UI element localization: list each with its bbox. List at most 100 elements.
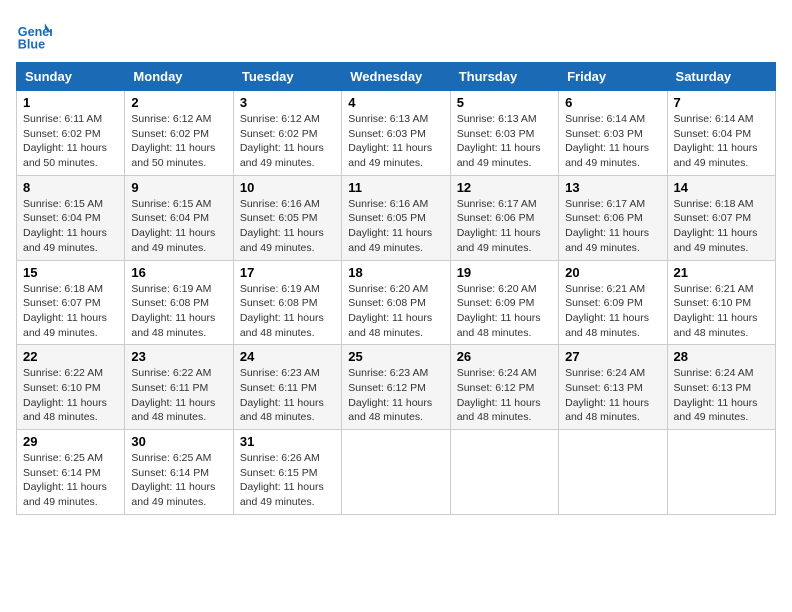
calendar-cell: 3 Sunrise: 6:12 AM Sunset: 6:02 PM Daylig… [233, 91, 341, 176]
day-info: Sunrise: 6:25 AM Sunset: 6:14 PM Dayligh… [131, 451, 226, 510]
calendar-header-sunday: Sunday [17, 63, 125, 91]
day-number: 6 [565, 95, 660, 110]
calendar-cell: 29 Sunrise: 6:25 AM Sunset: 6:14 PM Dayli… [17, 430, 125, 515]
day-info: Sunrise: 6:14 AM Sunset: 6:03 PM Dayligh… [565, 112, 660, 171]
calendar-cell: 13 Sunrise: 6:17 AM Sunset: 6:06 PM Dayli… [559, 175, 667, 260]
day-number: 3 [240, 95, 335, 110]
calendar-cell: 26 Sunrise: 6:24 AM Sunset: 6:12 PM Dayli… [450, 345, 558, 430]
day-info: Sunrise: 6:22 AM Sunset: 6:10 PM Dayligh… [23, 366, 118, 425]
calendar-cell: 9 Sunrise: 6:15 AM Sunset: 6:04 PM Daylig… [125, 175, 233, 260]
day-number: 18 [348, 265, 443, 280]
calendar-week-row: 29 Sunrise: 6:25 AM Sunset: 6:14 PM Dayli… [17, 430, 776, 515]
day-number: 9 [131, 180, 226, 195]
day-info: Sunrise: 6:24 AM Sunset: 6:13 PM Dayligh… [565, 366, 660, 425]
calendar-cell: 7 Sunrise: 6:14 AM Sunset: 6:04 PM Daylig… [667, 91, 775, 176]
day-info: Sunrise: 6:24 AM Sunset: 6:13 PM Dayligh… [674, 366, 769, 425]
calendar-cell: 1 Sunrise: 6:11 AM Sunset: 6:02 PM Daylig… [17, 91, 125, 176]
day-number: 13 [565, 180, 660, 195]
calendar-cell: 10Sunrise: 6:16 AM Sunset: 6:05 PM Dayli… [233, 175, 341, 260]
day-info: Sunrise: 6:17 AM Sunset: 6:06 PM Dayligh… [565, 197, 660, 256]
calendar-header-monday: Monday [125, 63, 233, 91]
day-number: 8 [23, 180, 118, 195]
day-info: Sunrise: 6:15 AM Sunset: 6:04 PM Dayligh… [131, 197, 226, 256]
day-number: 29 [23, 434, 118, 449]
calendar-cell: 14 Sunrise: 6:18 AM Sunset: 6:07 PM Dayli… [667, 175, 775, 260]
calendar-cell: 17Sunrise: 6:19 AM Sunset: 6:08 PM Dayli… [233, 260, 341, 345]
day-info: Sunrise: 6:19 AM Sunset: 6:08 PM Dayligh… [131, 282, 226, 341]
day-number: 2 [131, 95, 226, 110]
day-number: 19 [457, 265, 552, 280]
calendar-cell: 11Sunrise: 6:16 AM Sunset: 6:05 PM Dayli… [342, 175, 450, 260]
logo: General Blue [16, 16, 56, 52]
day-info: Sunrise: 6:11 AM Sunset: 6:02 PM Dayligh… [23, 112, 118, 171]
day-number: 1 [23, 95, 118, 110]
calendar-cell: 12 Sunrise: 6:17 AM Sunset: 6:06 PM Dayli… [450, 175, 558, 260]
calendar-week-row: 22 Sunrise: 6:22 AM Sunset: 6:10 PM Dayli… [17, 345, 776, 430]
day-number: 5 [457, 95, 552, 110]
calendar-cell: 2 Sunrise: 6:12 AM Sunset: 6:02 PM Daylig… [125, 91, 233, 176]
day-number: 24 [240, 349, 335, 364]
calendar-cell [450, 430, 558, 515]
calendar-week-row: 15Sunrise: 6:18 AM Sunset: 6:07 PM Dayli… [17, 260, 776, 345]
calendar-header-wednesday: Wednesday [342, 63, 450, 91]
day-number: 22 [23, 349, 118, 364]
day-info: Sunrise: 6:13 AM Sunset: 6:03 PM Dayligh… [457, 112, 552, 171]
day-info: Sunrise: 6:19 AM Sunset: 6:08 PM Dayligh… [240, 282, 335, 341]
calendar-cell: 27 Sunrise: 6:24 AM Sunset: 6:13 PM Dayli… [559, 345, 667, 430]
calendar-week-row: 1 Sunrise: 6:11 AM Sunset: 6:02 PM Daylig… [17, 91, 776, 176]
calendar-cell: 19 Sunrise: 6:20 AM Sunset: 6:09 PM Dayli… [450, 260, 558, 345]
day-number: 28 [674, 349, 769, 364]
day-info: Sunrise: 6:12 AM Sunset: 6:02 PM Dayligh… [131, 112, 226, 171]
calendar-header-thursday: Thursday [450, 63, 558, 91]
day-info: Sunrise: 6:14 AM Sunset: 6:04 PM Dayligh… [674, 112, 769, 171]
calendar-cell: 23Sunrise: 6:22 AM Sunset: 6:11 PM Dayli… [125, 345, 233, 430]
day-number: 7 [674, 95, 769, 110]
day-number: 25 [348, 349, 443, 364]
day-number: 14 [674, 180, 769, 195]
day-info: Sunrise: 6:12 AM Sunset: 6:02 PM Dayligh… [240, 112, 335, 171]
calendar-cell: 4 Sunrise: 6:13 AM Sunset: 6:03 PM Daylig… [342, 91, 450, 176]
svg-text:Blue: Blue [18, 37, 45, 51]
calendar-cell: 18 Sunrise: 6:20 AM Sunset: 6:08 PM Dayli… [342, 260, 450, 345]
calendar-cell: 6 Sunrise: 6:14 AM Sunset: 6:03 PM Daylig… [559, 91, 667, 176]
day-number: 11 [348, 180, 443, 195]
day-number: 20 [565, 265, 660, 280]
calendar-cell [342, 430, 450, 515]
day-info: Sunrise: 6:24 AM Sunset: 6:12 PM Dayligh… [457, 366, 552, 425]
day-info: Sunrise: 6:20 AM Sunset: 6:09 PM Dayligh… [457, 282, 552, 341]
day-number: 10 [240, 180, 335, 195]
day-number: 27 [565, 349, 660, 364]
day-info: Sunrise: 6:17 AM Sunset: 6:06 PM Dayligh… [457, 197, 552, 256]
day-info: Sunrise: 6:25 AM Sunset: 6:14 PM Dayligh… [23, 451, 118, 510]
day-info: Sunrise: 6:26 AM Sunset: 6:15 PM Dayligh… [240, 451, 335, 510]
day-number: 21 [674, 265, 769, 280]
day-number: 23 [131, 349, 226, 364]
calendar-week-row: 8 Sunrise: 6:15 AM Sunset: 6:04 PM Daylig… [17, 175, 776, 260]
calendar-header-tuesday: Tuesday [233, 63, 341, 91]
calendar-cell [559, 430, 667, 515]
calendar-cell: 22 Sunrise: 6:22 AM Sunset: 6:10 PM Dayli… [17, 345, 125, 430]
calendar-cell: 21 Sunrise: 6:21 AM Sunset: 6:10 PM Dayli… [667, 260, 775, 345]
day-number: 31 [240, 434, 335, 449]
calendar-header-friday: Friday [559, 63, 667, 91]
day-number: 12 [457, 180, 552, 195]
calendar-header-saturday: Saturday [667, 63, 775, 91]
calendar-cell: 15Sunrise: 6:18 AM Sunset: 6:07 PM Dayli… [17, 260, 125, 345]
day-number: 26 [457, 349, 552, 364]
day-number: 4 [348, 95, 443, 110]
calendar-header-row: SundayMondayTuesdayWednesdayThursdayFrid… [17, 63, 776, 91]
calendar-cell [667, 430, 775, 515]
calendar-cell: 24Sunrise: 6:23 AM Sunset: 6:11 PM Dayli… [233, 345, 341, 430]
day-info: Sunrise: 6:20 AM Sunset: 6:08 PM Dayligh… [348, 282, 443, 341]
logo-icon: General Blue [16, 16, 52, 52]
page-header: General Blue [16, 16, 776, 52]
day-info: Sunrise: 6:21 AM Sunset: 6:10 PM Dayligh… [674, 282, 769, 341]
calendar-cell: 20Sunrise: 6:21 AM Sunset: 6:09 PM Dayli… [559, 260, 667, 345]
calendar-cell: 5 Sunrise: 6:13 AM Sunset: 6:03 PM Daylig… [450, 91, 558, 176]
day-number: 15 [23, 265, 118, 280]
calendar-cell: 8Sunrise: 6:15 AM Sunset: 6:04 PM Daylig… [17, 175, 125, 260]
day-info: Sunrise: 6:18 AM Sunset: 6:07 PM Dayligh… [674, 197, 769, 256]
calendar-table: SundayMondayTuesdayWednesdayThursdayFrid… [16, 62, 776, 515]
day-info: Sunrise: 6:13 AM Sunset: 6:03 PM Dayligh… [348, 112, 443, 171]
calendar-cell: 31 Sunrise: 6:26 AM Sunset: 6:15 PM Dayli… [233, 430, 341, 515]
